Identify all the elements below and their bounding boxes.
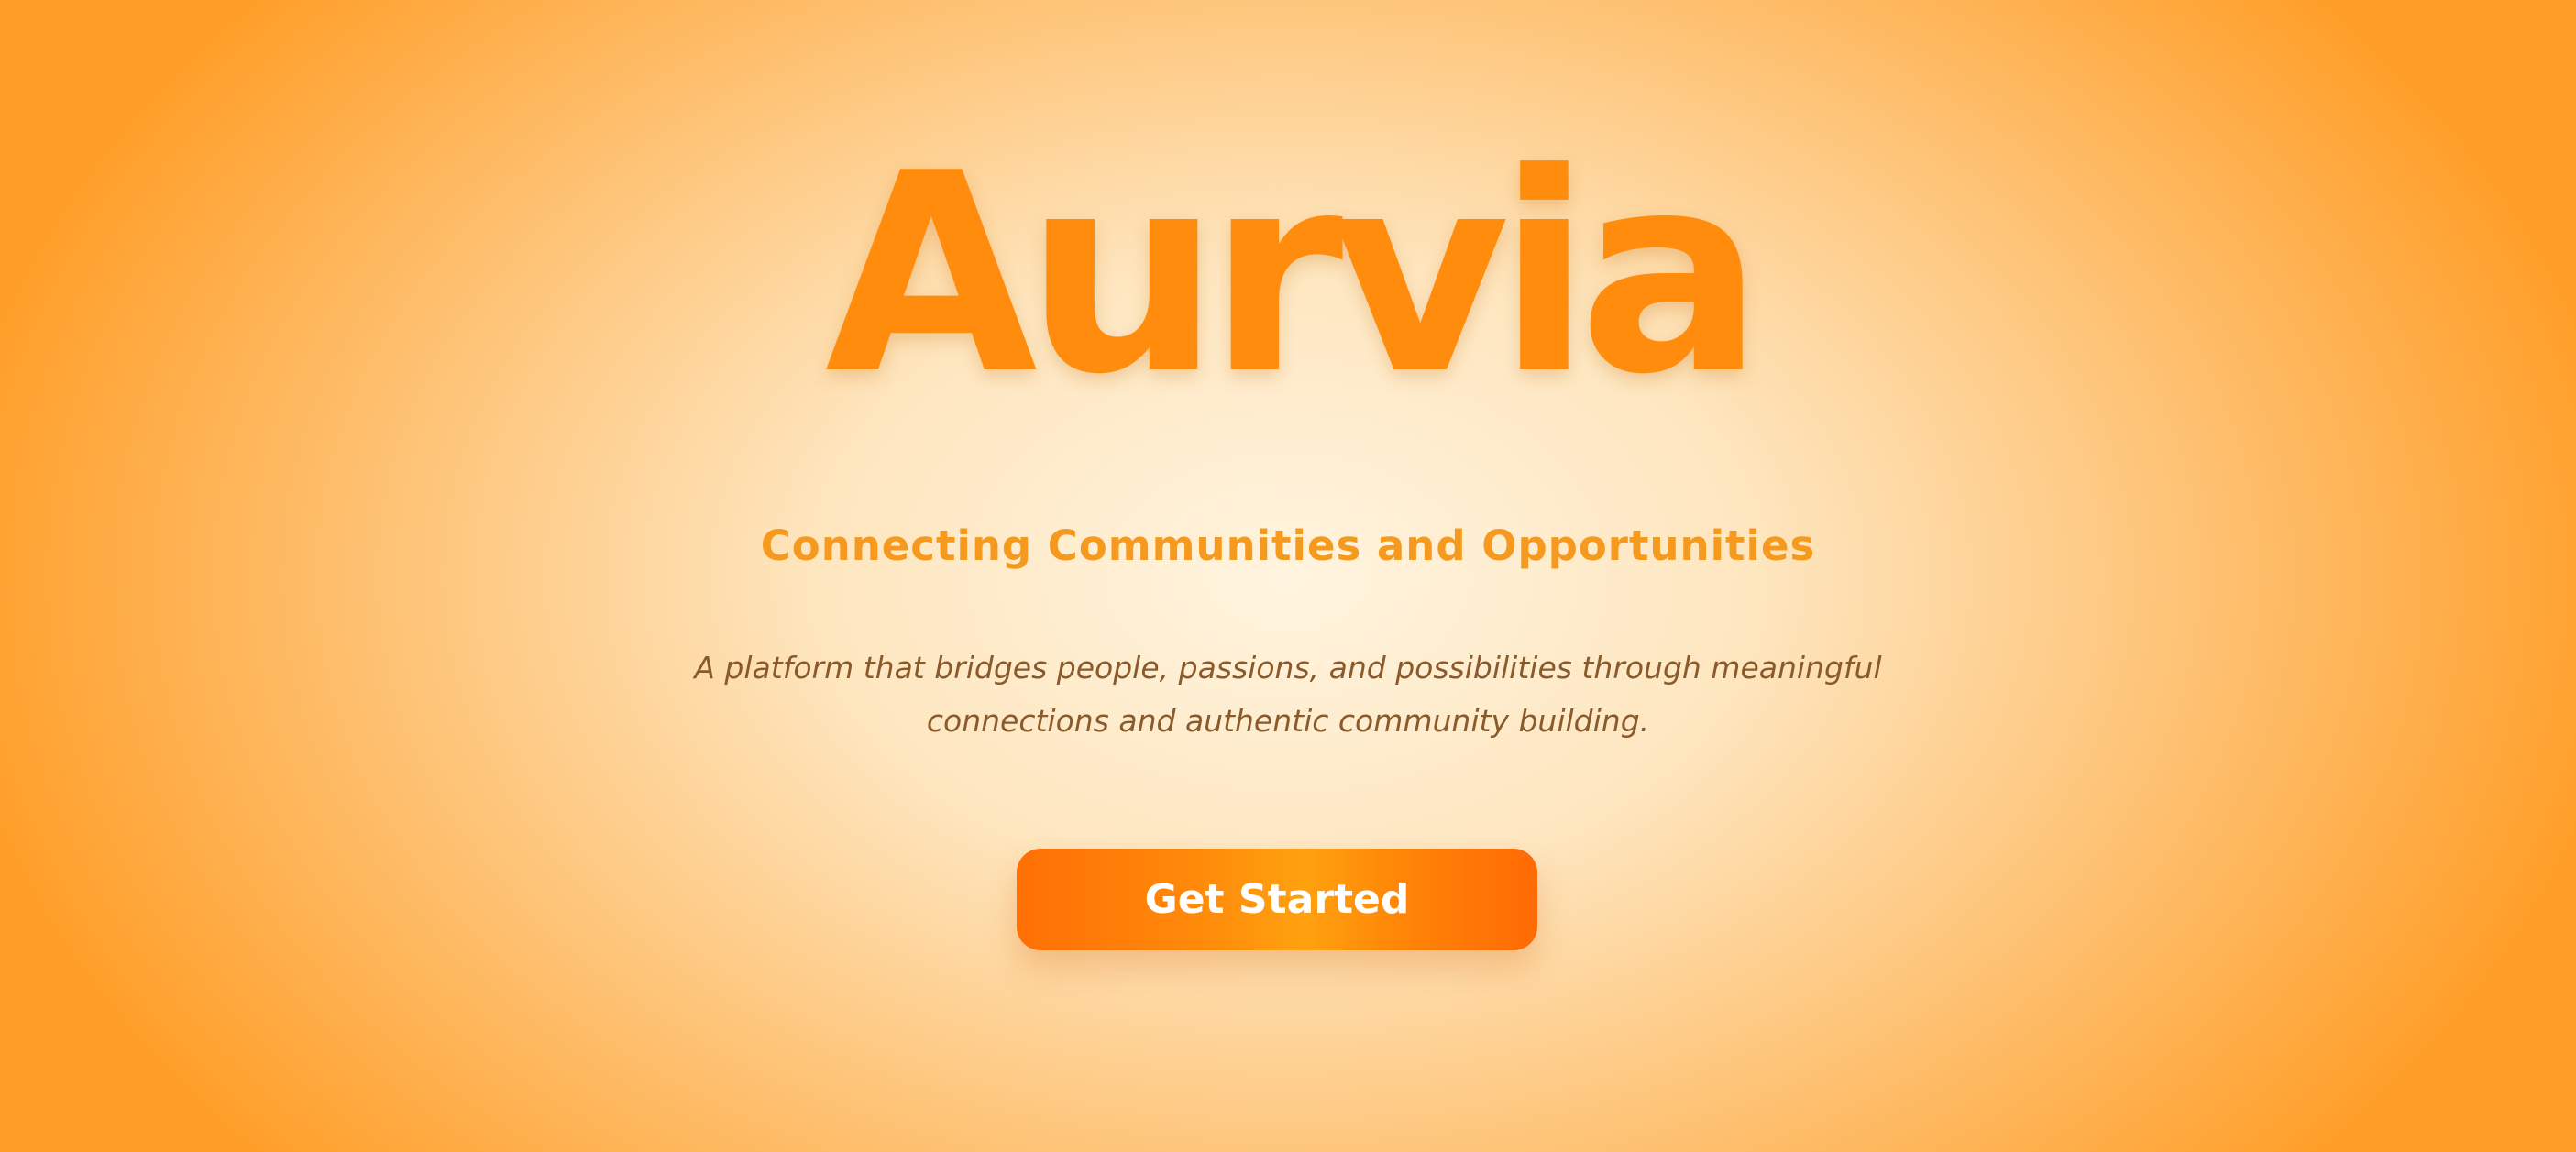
hero-section: Aurvia Connecting Communities and Opport… [0,0,2576,1152]
get-started-button[interactable]: Get Started [1017,849,1537,950]
tagline: Connecting Communities and Opportunities [760,521,1816,570]
brand-title: Aurvia [824,115,1765,434]
description-text: A platform that bridges people, passions… [694,650,1882,739]
